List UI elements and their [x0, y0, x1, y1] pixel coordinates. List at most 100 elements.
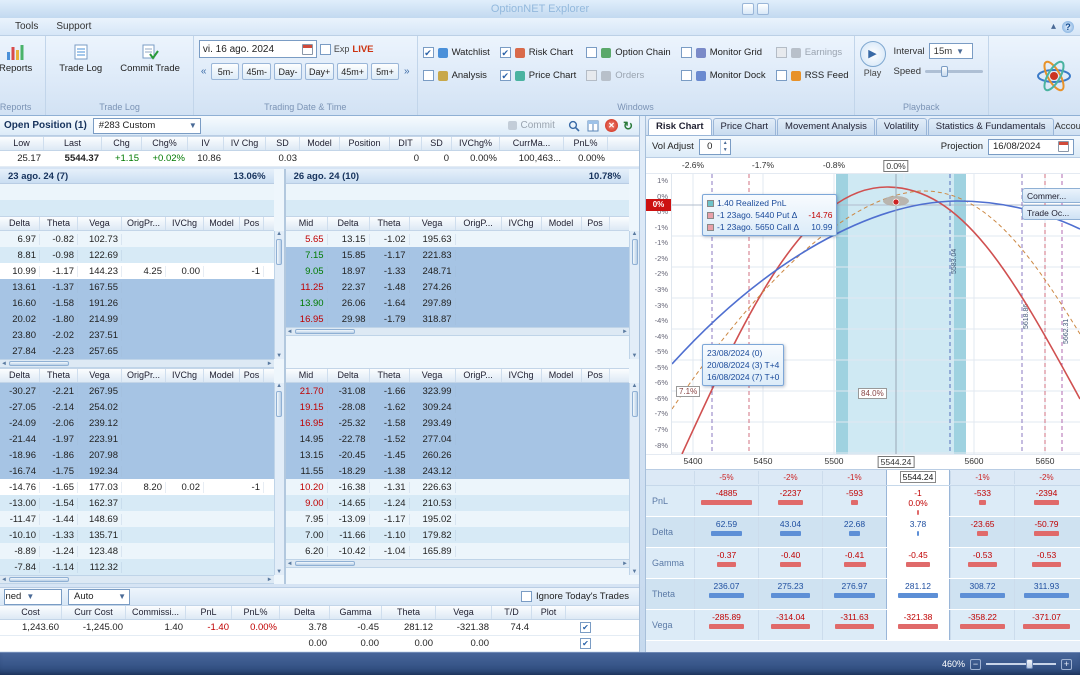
window-toggle-watchlist[interactable]: Watchlist — [422, 47, 490, 58]
vertical-scrollbar[interactable]: ▲ ▼ — [629, 231, 639, 359]
window-toggle-monitor-grid[interactable]: Monitor Grid — [680, 47, 766, 58]
account-panel-label[interactable]: Accou... — [1055, 121, 1080, 135]
trading-date-field[interactable]: vi. 16 ago. 2024 — [198, 40, 317, 58]
table-row[interactable]: 20.02 -1.80 214.99 — [0, 311, 274, 327]
slider-thumb-icon[interactable] — [941, 65, 948, 77]
table-row[interactable]: 9.00 -14.65 -1.24 210.53 — [285, 495, 629, 511]
time-nav-day-back[interactable]: Day- — [273, 62, 302, 80]
scrollbar-thumb[interactable] — [294, 329, 355, 334]
table-row[interactable]: 10.99 -1.17 144.23 4.25 0.00 -1 — [0, 263, 274, 279]
table-row[interactable]: 25.17 5544.37 +1.15 +0.02% 10.86 0.03 0 0 0.00% 1… — [0, 151, 639, 167]
table-row[interactable]: -8.89 -1.24 123.48 — [0, 543, 274, 559]
table-row[interactable]: -16.74 -1.75 192.34 — [0, 463, 274, 479]
table-row[interactable]: -27.05 -2.14 254.02 — [0, 399, 274, 415]
strategy-select[interactable]: #283 Custom ▼ — [92, 117, 201, 134]
commentary-side-tab[interactable]: Commer... — [1022, 188, 1080, 203]
table-row[interactable]: 19.15 -28.08 -1.62 309.24 — [285, 399, 629, 415]
time-nav-day-fwd[interactable]: Day+ — [304, 62, 335, 80]
table-row[interactable]: -13.00 -1.54 162.37 — [0, 495, 274, 511]
table-row[interactable]: 5.65 13.15 -1.02 195.63 — [285, 231, 629, 247]
spinner-up-icon[interactable]: ▲ — [721, 140, 730, 147]
table-row[interactable]: 13.90 26.06 -1.64 297.89 — [285, 295, 629, 311]
zoom-in-icon[interactable]: + — [1061, 658, 1072, 670]
table-row[interactable]: -18.96 -1.86 207.98 — [0, 447, 274, 463]
calendar-icon[interactable] — [1058, 141, 1069, 152]
table-row[interactable]: 11.25 22.37 -1.48 274.26 — [285, 279, 629, 295]
window-toggle-monitor-dock[interactable]: Monitor Dock — [680, 70, 766, 81]
combined-select[interactable]: Combined ▼ — [4, 588, 62, 605]
auto-select[interactable]: Auto ▼ — [68, 588, 130, 605]
zoom-slider[interactable] — [986, 659, 1056, 669]
tab-risk-chart[interactable]: Risk Chart — [648, 118, 712, 135]
projection-date-field[interactable]: 16/08/2024 — [988, 138, 1074, 155]
trade-octopus-side-tab[interactable]: Trade Oc... — [1022, 205, 1080, 220]
reports-button[interactable]: Reports — [0, 38, 40, 77]
scrollbar-thumb[interactable] — [276, 239, 283, 265]
dock-grid-icon[interactable] — [586, 119, 600, 133]
menu-tools[interactable]: Tools — [6, 20, 47, 33]
commit-trade-button[interactable]: Commit Trade — [112, 38, 188, 77]
table-row[interactable]: 16.95 29.98 -1.79 318.87 — [285, 311, 629, 327]
tab-price-chart[interactable]: Price Chart — [712, 118, 777, 135]
table-row[interactable]: 0.00 0.00 0.00 0.00 ✔ — [0, 636, 639, 652]
table-row[interactable]: -30.27 -2.21 267.95 — [0, 383, 274, 399]
time-nav-5m-back[interactable]: 5m- — [211, 62, 240, 80]
scrollbar-thumb[interactable] — [631, 239, 638, 265]
expiry-title[interactable]: 26 ago. 24 (10) 10.78% — [285, 169, 629, 184]
horizontal-scrollbar[interactable]: ◄ ► — [285, 327, 629, 336]
window-toggle-earnings[interactable]: Earnings — [775, 47, 849, 58]
title-bar[interactable]: OptionNET Explorer — [0, 0, 1080, 18]
table-row[interactable]: 1,243.60 -1,245.00 1.40 -1.40 0.00% 3.78 -0.45… — [0, 620, 639, 636]
tab-movement-analysis[interactable]: Movement Analysis — [777, 118, 875, 135]
horizontal-scrollbar[interactable]: ◄ ► — [285, 559, 629, 568]
table-row[interactable]: 6.20 -10.42 -1.04 165.89 — [285, 543, 629, 559]
table-row[interactable]: 21.70 -31.08 -1.66 323.99 — [285, 383, 629, 399]
ignore-trades-checkbox[interactable] — [520, 591, 532, 602]
risk-chart-plot[interactable]: 5530.46 5583.04 5618.86 5662.31 — [672, 174, 1080, 454]
table-row[interactable]: 16.60 -1.58 191.26 — [0, 295, 274, 311]
calendar-icon[interactable] — [301, 43, 313, 55]
ribbon-collapse-icon[interactable]: ▴ — [1051, 21, 1056, 32]
tab-statistics-fundamentals[interactable]: Statistics & Fundamentals — [927, 118, 1054, 135]
table-row[interactable]: 23.80 -2.02 237.51 — [0, 327, 274, 343]
quick-access-icon[interactable] — [742, 3, 754, 15]
horizontal-scrollbar[interactable]: ◄ ► — [0, 359, 274, 368]
slider-thumb-icon[interactable] — [1026, 659, 1033, 669]
table-row[interactable]: 13.61 -1.37 167.55 — [0, 279, 274, 295]
vol-adjust-spinner[interactable]: 0 ▲ ▼ — [698, 138, 731, 155]
table-row[interactable]: 9.05 18.97 -1.33 248.71 — [285, 263, 629, 279]
tab-volatility[interactable]: Volatility — [875, 118, 927, 135]
table-row[interactable]: -21.44 -1.97 223.91 — [0, 431, 274, 447]
table-row[interactable]: -10.10 -1.33 135.71 — [0, 527, 274, 543]
table-row[interactable]: -11.47 -1.44 148.69 — [0, 511, 274, 527]
table-row[interactable]: 27.84 -2.23 257.65 — [0, 343, 274, 359]
time-fwd-fast-icon[interactable]: » — [402, 66, 412, 77]
help-icon[interactable]: ? — [1062, 20, 1074, 33]
window-toggle-price-chart[interactable]: Price Chart — [499, 70, 576, 81]
window-toggle-analysis[interactable]: Analysis — [422, 70, 490, 81]
time-back-fast-icon[interactable]: « — [199, 66, 209, 77]
interval-select[interactable]: 15m ▼ — [928, 43, 973, 59]
commit-button[interactable]: Commit — [502, 120, 560, 131]
vertical-scrollbar[interactable]: ▲ ▼ — [273, 231, 284, 359]
table-row[interactable]: 13.15 -20.45 -1.45 260.26 — [285, 447, 629, 463]
table-row[interactable]: 7.95 -13.09 -1.17 195.02 — [285, 511, 629, 527]
exp-checkbox[interactable] — [319, 43, 331, 55]
trade-log-button[interactable]: Trade Log — [51, 38, 110, 77]
vertical-scrollbar[interactable]: ▲ ▼ — [273, 383, 284, 575]
time-nav-5m-fwd[interactable]: 5m+ — [371, 62, 399, 80]
table-row[interactable]: 11.55 -18.29 -1.38 243.12 — [285, 463, 629, 479]
table-row[interactable]: 7.00 -11.66 -1.10 179.82 — [285, 527, 629, 543]
scrollbar-thumb[interactable] — [294, 561, 355, 566]
close-icon[interactable]: ✕ — [604, 119, 618, 132]
refresh-icon[interactable]: ↻ — [623, 119, 633, 133]
speed-slider[interactable] — [925, 65, 983, 77]
scrollbar-thumb[interactable] — [631, 391, 638, 417]
spinner-down-icon[interactable]: ▼ — [721, 147, 730, 154]
search-icon[interactable] — [567, 119, 581, 133]
time-nav-45m-back[interactable]: 45m- — [242, 62, 271, 80]
expiry-title[interactable]: 23 ago. 24 (7) 13.06% — [0, 169, 274, 184]
scrollbar-thumb[interactable] — [8, 361, 69, 366]
table-row[interactable]: -24.09 -2.06 239.12 — [0, 415, 274, 431]
scrollbar-thumb[interactable] — [276, 391, 283, 417]
